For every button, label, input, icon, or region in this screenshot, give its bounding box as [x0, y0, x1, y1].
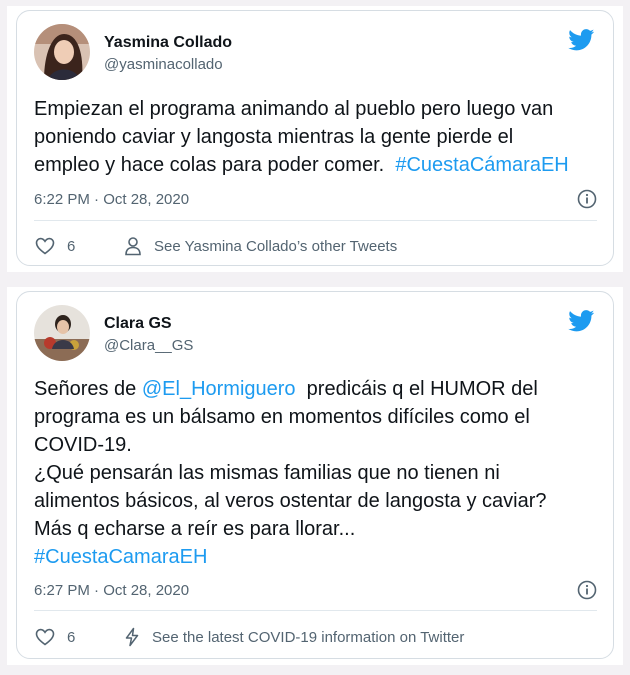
author-handle[interactable]: @Clara__GS — [104, 337, 193, 354]
tweet-text: Señores de @El_Hormiguero predicáis q el… — [34, 375, 593, 571]
tweet-text-line-part: predicáis q el HUMOR del — [295, 378, 538, 400]
author-name[interactable]: Yasmina Collado — [104, 34, 232, 52]
hashtag-link[interactable]: #CuestaCamaraEH — [34, 546, 207, 568]
secondary-action-link[interactable]: See the latest COVID-19 information on T… — [124, 627, 464, 647]
author-handle[interactable]: @yasminacollado — [104, 56, 223, 73]
heart-icon — [35, 628, 55, 646]
info-icon[interactable] — [577, 189, 597, 209]
tweet-card-border: Yasmina Collado @yasminacollado Empiezan… — [16, 10, 614, 266]
tweet-meta: 6:22 PM · Oct 28, 2020 — [34, 189, 597, 209]
lightning-icon — [125, 627, 139, 647]
tweet-text-line: Señores de @El_Hormiguero predicáis q el… — [34, 375, 593, 403]
tweet-card-border: Clara GS @Clara__GS Señores de @El_Hormi… — [16, 291, 614, 659]
hashtag-link[interactable]: #CuestaCámaraEH — [395, 154, 568, 176]
heart-icon — [35, 237, 55, 255]
tweet-text-line-part: Señores de — [34, 378, 142, 400]
tweet-text-line-part: empleo y hace colas para poder comer. — [34, 154, 385, 176]
timestamp[interactable]: 6:22 PM · Oct 28, 2020 — [34, 191, 189, 208]
like-count: 6 — [67, 237, 76, 255]
tweet-text-line: #CuestaCamaraEH — [34, 543, 593, 571]
twitter-logo-icon[interactable] — [568, 29, 595, 51]
info-icon[interactable] — [577, 580, 597, 600]
person-icon — [125, 237, 141, 256]
divider — [34, 610, 597, 611]
avatar[interactable] — [34, 24, 90, 80]
divider — [34, 220, 597, 221]
tweet-text-line: ¿Qué pensarán las mismas familias que no… — [34, 462, 500, 484]
timestamp[interactable]: 6:27 PM · Oct 28, 2020 — [34, 582, 189, 599]
tweet-text-line: COVID-19. — [34, 434, 132, 456]
secondary-action-link[interactable]: See Yasmina Collado’s other Tweets — [124, 236, 397, 256]
author-name[interactable]: Clara GS — [104, 315, 172, 333]
tweet-text-line: empleo y hace colas para poder comer. #C… — [34, 151, 593, 179]
tweet-text: Empiezan el programa animando al pueblo … — [34, 95, 593, 179]
tweet-header: Yasmina Collado @yasminacollado — [34, 24, 603, 80]
tweet-card-2: Clara GS @Clara__GS Señores de @El_Hormi… — [7, 287, 623, 665]
secondary-action-label: See Yasmina Collado’s other Tweets — [154, 237, 398, 255]
tweet-text-line: poniendo caviar y langosta mientras la g… — [34, 126, 514, 148]
secondary-action-label: See the latest COVID-19 information on T… — [152, 628, 465, 646]
mention-link[interactable]: @El_Hormiguero — [142, 378, 296, 400]
tweet-header: Clara GS @Clara__GS — [34, 305, 603, 361]
tweet-card-1: Yasmina Collado @yasminacollado Empiezan… — [7, 6, 623, 272]
tweet-text-line: Empiezan el programa animando al pueblo … — [34, 98, 554, 120]
like-button[interactable]: 6 — [35, 627, 75, 647]
tweet-text-line: alimentos básicos, al veros ostentar de … — [34, 490, 547, 512]
tweet-text-line: programa es un bálsamo en momentos difíc… — [34, 406, 530, 428]
like-count: 6 — [67, 628, 76, 646]
twitter-logo-icon[interactable] — [568, 310, 595, 332]
like-button[interactable]: 6 — [35, 236, 75, 256]
tweet-text-line: Más q echarse a reír es para llorar... — [34, 518, 356, 540]
avatar[interactable] — [34, 305, 90, 361]
tweet-meta: 6:27 PM · Oct 28, 2020 — [34, 580, 597, 600]
